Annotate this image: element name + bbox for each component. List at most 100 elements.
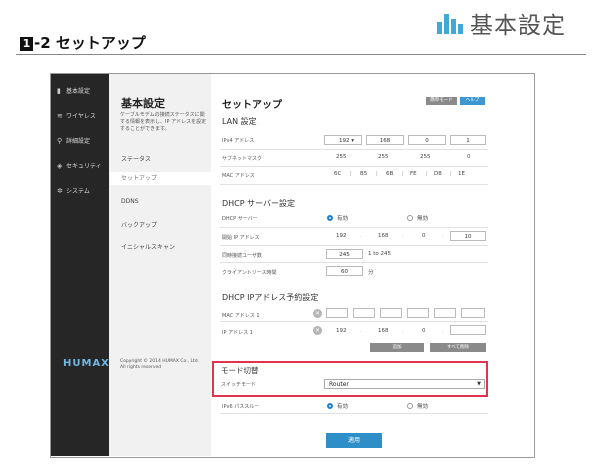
reserve-ip-octet-2: 168	[378, 328, 389, 334]
divider	[16, 54, 586, 55]
mac-label: MAC アドレス	[222, 173, 255, 179]
reserve-mac-label: MAC アドレス 1	[222, 313, 260, 319]
delete-all-button[interactable]: すべて削除	[430, 343, 486, 352]
lease-unit: 分	[368, 270, 374, 276]
reserve-mac-byte-2[interactable]	[353, 308, 375, 318]
users-label: 同時接続ユーザ数	[222, 253, 262, 259]
dhcp-enable-label: 有効	[337, 216, 349, 222]
start-ip-octet-2: 168	[378, 233, 389, 239]
ip-separator: .	[442, 328, 444, 334]
row-divider	[220, 413, 488, 414]
ipv4-octet-3[interactable]: 0	[408, 135, 446, 145]
switch-mode-label: スイッチモード	[221, 382, 257, 388]
subnet-octet-4: 0	[467, 154, 471, 160]
users-input[interactable]: 245	[326, 249, 363, 259]
ip-separator: .	[402, 233, 404, 239]
gear-icon: ✲	[57, 187, 63, 195]
person-icon: ⚲	[57, 137, 63, 145]
lease-input[interactable]: 60	[326, 266, 363, 276]
ipv6-enable-radio[interactable]	[327, 403, 333, 409]
ipv6-disable-radio[interactable]	[407, 403, 413, 409]
panel-title: 基本設定	[121, 97, 165, 110]
dhcp-heading: DHCP サーバー設定	[222, 199, 296, 208]
dropdown-arrow-icon: ▼	[477, 381, 481, 387]
dhcp-disable-label: 無効	[417, 216, 429, 222]
mac-byte-4: FE	[410, 171, 417, 177]
subnet-octet-1: 255	[336, 154, 347, 160]
mac-separator: |	[350, 171, 352, 177]
subnet-label: サブネットマスク	[222, 156, 263, 162]
mac-separator: |	[376, 171, 378, 177]
start-ip-octet-1: 192	[336, 233, 347, 239]
bar-chart-icon: ▮	[57, 87, 61, 95]
mac-separator: |	[402, 171, 404, 177]
row-divider	[220, 227, 488, 228]
simple-mode-button[interactable]: 簡単モード	[426, 97, 457, 105]
reserve-heading: DHCP IPアドレス予約設定	[222, 293, 319, 302]
ip-separator: .	[360, 233, 362, 239]
reserve-mac-byte-3[interactable]	[380, 308, 402, 318]
mac-separator: |	[450, 171, 452, 177]
ipv4-octet-2[interactable]: 168	[366, 135, 404, 145]
ipv6-disable-label: 無効	[417, 404, 429, 410]
add-button[interactable]: 追加	[370, 343, 424, 352]
mode-heading: モード切替	[221, 366, 259, 375]
reserve-ip-octet-4[interactable]	[450, 325, 486, 335]
dhcp-server-label: DHCP サーバー	[222, 216, 258, 222]
mac-separator: |	[426, 171, 428, 177]
reserve-ip-octet-3: 0	[422, 328, 426, 334]
clear-ip-icon[interactable]: ✕	[313, 326, 322, 335]
humax-logo: HUMAX	[63, 358, 110, 369]
reserve-mac-byte-4[interactable]	[407, 308, 429, 318]
mac-byte-3: 6B	[386, 171, 394, 177]
ipv4-label: IPv4 アドレス	[222, 138, 255, 144]
ipv4-octet-1-select[interactable]: 192 ▾	[324, 135, 362, 145]
subnav-item-status[interactable]: ステータス	[121, 154, 151, 163]
nav-item-security[interactable]: ◈ セキュリティ	[57, 161, 102, 170]
ipv6-enable-label: 有効	[337, 404, 349, 410]
page-title: セットアップ	[222, 100, 282, 111]
shield-icon: ◈	[57, 162, 63, 170]
doc-header-title: 基本設定	[470, 13, 566, 39]
subnav-item-ddns[interactable]: DDNS	[121, 198, 139, 205]
apply-button[interactable]: 適用	[326, 433, 382, 448]
section-title: 1 -2 セットアップ	[20, 32, 146, 53]
mac-byte-5: D8	[434, 171, 442, 177]
reserve-mac-byte-1[interactable]	[326, 308, 348, 318]
nav-item-wireless[interactable]: ≋ ワイヤレス	[57, 111, 96, 120]
nav-item-advanced[interactable]: ⚲ 詳細設定	[57, 136, 90, 145]
ip-separator: .	[402, 328, 404, 334]
ip-separator: .	[442, 233, 444, 239]
lan-heading: LAN 設定	[222, 117, 257, 126]
section-title-text: -2 セットアップ	[34, 34, 146, 52]
ipv4-octet-4[interactable]: 1	[450, 135, 486, 145]
subnav-item-initial-scan[interactable]: イニシャルスキャン	[121, 242, 175, 251]
row-divider	[220, 166, 488, 167]
mac-byte-6: 1E	[458, 171, 465, 177]
reserve-mac-byte-5[interactable]	[434, 308, 456, 318]
nav-item-basic[interactable]: ▮ 基本設定	[57, 86, 90, 95]
dhcp-enable-radio[interactable]	[327, 215, 333, 221]
row-divider	[220, 321, 488, 322]
nav-item-system[interactable]: ✲ システム	[57, 186, 90, 195]
mac-byte-1: 6C	[334, 171, 342, 177]
start-ip-label: 開始 IP アドレス	[222, 235, 260, 241]
wifi-icon: ≋	[57, 112, 63, 120]
subnet-octet-3: 255	[420, 154, 431, 160]
start-ip-octet-4[interactable]: 10	[450, 231, 486, 241]
switch-mode-select[interactable]: Router ▼	[324, 379, 485, 389]
section-number: 1	[20, 37, 33, 51]
reserve-mac-byte-6[interactable]	[461, 308, 485, 318]
users-range: 1 to 245	[368, 251, 392, 257]
copyright: Copyright © 2014 HUMAX Co., Ltd. All righ…	[120, 359, 200, 370]
dhcp-disable-radio[interactable]	[407, 215, 413, 221]
ip-separator: .	[360, 328, 362, 334]
bar-chart-icon	[437, 10, 464, 34]
row-divider	[220, 262, 488, 263]
subnav-item-setup[interactable]: セットアップ	[110, 172, 222, 185]
row-divider	[220, 184, 488, 185]
subnav-item-backup[interactable]: バックアップ	[121, 220, 157, 229]
clear-mac-icon[interactable]: ✕	[313, 309, 322, 318]
mac-byte-2: B5	[360, 171, 368, 177]
help-button[interactable]: ヘルプ	[460, 97, 485, 105]
